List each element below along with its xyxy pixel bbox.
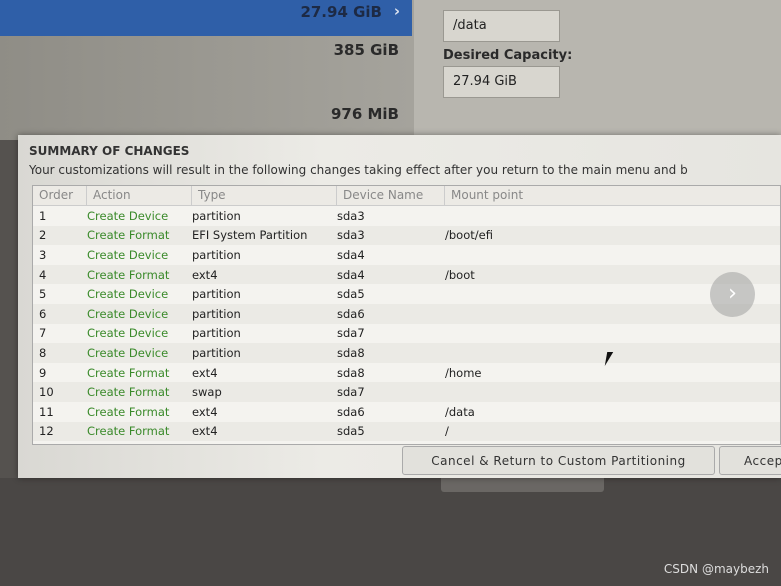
column-type[interactable]: Type xyxy=(192,186,337,205)
row-type: ext4 xyxy=(192,267,218,282)
table-row[interactable]: 3 Create Device partition sda4 xyxy=(33,245,780,265)
row-type: ext4 xyxy=(192,424,218,439)
row-action: Create Device xyxy=(87,287,169,302)
row-mount: /data xyxy=(445,404,475,419)
row-order: 12 xyxy=(39,424,54,439)
selected-partition-row[interactable]: 27.94 GiB › xyxy=(0,0,412,36)
accept-changes-button[interactable]: Accep xyxy=(719,446,781,475)
column-mount-point[interactable]: Mount point xyxy=(445,186,645,205)
chevron-right-icon[interactable]: › xyxy=(710,272,755,317)
row-device: sda3 xyxy=(337,208,365,223)
background-button xyxy=(441,478,604,492)
column-order[interactable]: Order xyxy=(33,186,87,205)
row-action: Create Format xyxy=(87,404,170,419)
row-type: swap xyxy=(192,385,222,400)
chevron-right-icon: › xyxy=(393,2,400,20)
row-action: Create Device xyxy=(87,345,169,360)
row-type: partition xyxy=(192,208,241,223)
dialog-description: Your customizations will result in the f… xyxy=(29,163,688,177)
row-device: sda7 xyxy=(337,326,365,341)
column-action[interactable]: Action xyxy=(87,186,192,205)
row-type: partition xyxy=(192,326,241,341)
desired-capacity-field[interactable]: 27.94 GiB xyxy=(443,66,560,98)
row-device: sda7 xyxy=(337,385,365,400)
table-row[interactable]: 7 Create Device partition sda7 xyxy=(33,324,780,344)
table-row[interactable]: 6 Create Device partition sda6 xyxy=(33,303,780,324)
table-row[interactable]: 10 Create Format swap sda7 xyxy=(33,382,780,402)
dialog-title: SUMMARY OF CHANGES xyxy=(29,144,190,158)
row-type: partition xyxy=(192,345,241,360)
table-row[interactable]: 2 Create Format EFI System Partition sda3/b… xyxy=(33,225,780,246)
partition-size[interactable]: 976 MiB xyxy=(331,105,399,123)
row-device: sda5 xyxy=(337,287,365,302)
row-type: partition xyxy=(192,287,241,302)
table-row[interactable]: 12 Create Format ext4 sda5 / xyxy=(33,421,780,442)
row-order: 5 xyxy=(39,287,47,302)
table-header: Order Action Type Device Name Mount poin… xyxy=(33,186,780,206)
row-order: 8 xyxy=(39,345,47,360)
row-action: Create Format xyxy=(87,365,170,380)
row-mount: /boot xyxy=(445,267,475,282)
column-device-name[interactable]: Device Name xyxy=(337,186,445,205)
table-row[interactable]: 4 Create Format ext4 sda4/boot xyxy=(33,264,780,285)
desired-capacity-label: Desired Capacity: xyxy=(443,48,573,63)
row-action: Create Format xyxy=(87,424,170,439)
cancel-return-button[interactable]: Cancel & Return to Custom Partitioning xyxy=(402,446,715,475)
row-action: Create Device xyxy=(87,326,169,341)
table-row[interactable]: 1 Create Device partition sda3 xyxy=(33,206,780,226)
row-type: partition xyxy=(192,247,241,262)
watermark: CSDN @maybezh xyxy=(663,562,769,576)
row-device: sda4 xyxy=(337,267,365,282)
row-device: sda6 xyxy=(337,404,365,419)
row-action: Create Device xyxy=(87,306,169,321)
table-row[interactable]: 8 Create Device partition sda8 xyxy=(33,343,780,363)
mount-point-field[interactable]: /data xyxy=(443,10,560,42)
row-type: partition xyxy=(192,306,241,321)
row-type: ext4 xyxy=(192,404,218,419)
row-action: Create Format xyxy=(87,267,170,282)
row-type: ext4 xyxy=(192,365,218,380)
row-action: Create Format xyxy=(87,385,170,400)
row-device: sda5 xyxy=(337,424,365,439)
row-order: 1 xyxy=(39,208,47,223)
row-type: EFI System Partition xyxy=(192,228,308,243)
row-order: 9 xyxy=(39,365,47,380)
changes-table: Order Action Type Device Name Mount poin… xyxy=(32,185,781,445)
row-device: sda8 xyxy=(337,345,365,360)
row-order: 6 xyxy=(39,306,47,321)
row-order: 3 xyxy=(39,247,47,262)
partition-size[interactable]: 385 GiB xyxy=(334,41,399,59)
table-row[interactable]: 5 Create Device partition sda5 xyxy=(33,284,780,304)
summary-dialog: SUMMARY OF CHANGES Your customizations w… xyxy=(18,135,781,478)
row-device: sda6 xyxy=(337,306,365,321)
row-action: Create Device xyxy=(87,208,169,223)
row-device: sda3 xyxy=(337,228,365,243)
row-mount: /boot/efi xyxy=(445,228,493,243)
row-mount: / xyxy=(445,424,449,439)
table-row[interactable]: 11 Create Format ext4 sda6/data xyxy=(33,402,780,422)
row-order: 4 xyxy=(39,267,47,282)
row-device: sda8 xyxy=(337,365,365,380)
table-body: 1 Create Device partition sda3 2 Create Forma… xyxy=(33,206,780,442)
row-action: Create Device xyxy=(87,247,169,262)
row-order: 7 xyxy=(39,326,47,341)
table-row[interactable]: 9 Create Format ext4 sda8/home xyxy=(33,363,780,383)
row-action: Create Format xyxy=(87,228,170,243)
selected-size: 27.94 GiB xyxy=(300,3,382,21)
row-order: 2 xyxy=(39,228,47,243)
row-order: 10 xyxy=(39,385,54,400)
row-mount: /home xyxy=(445,365,482,380)
row-device: sda4 xyxy=(337,247,365,262)
row-order: 11 xyxy=(39,404,54,419)
